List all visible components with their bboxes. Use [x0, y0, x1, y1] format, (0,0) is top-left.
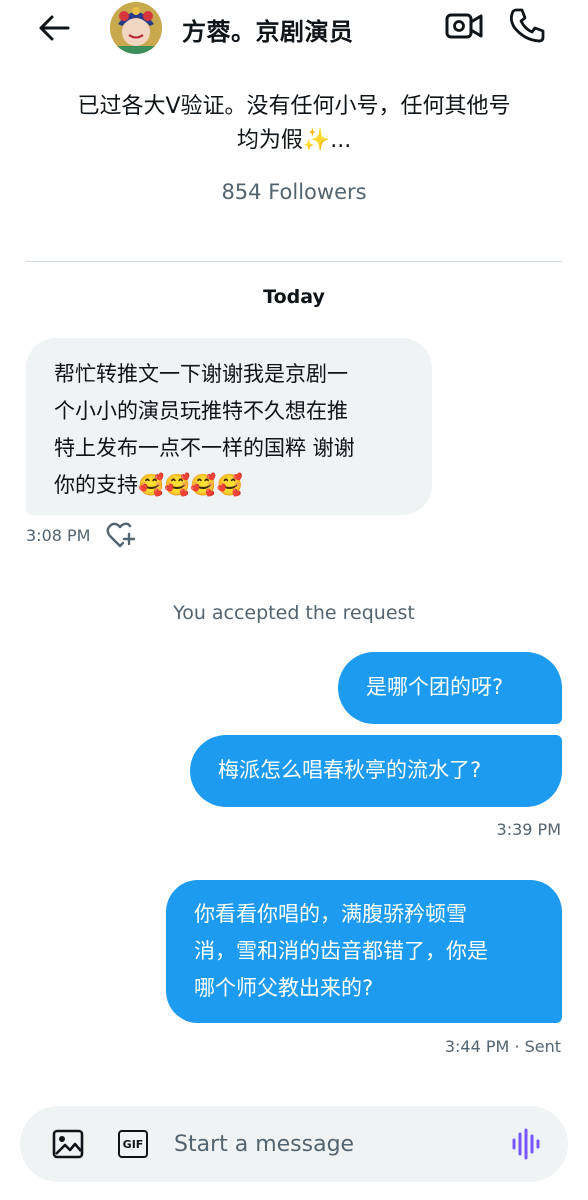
bio-line: 已过各大V验证。没有任何小号，任何其他号 [77, 94, 511, 119]
conversation-title[interactable]: 方蓉。京剧演员 [182, 12, 354, 47]
message-input[interactable] [174, 1126, 494, 1162]
message-line: 消，雪和消的齿音都错了，你是 [194, 939, 488, 963]
gif-label: GIF [122, 1137, 144, 1151]
video-camera-icon [445, 13, 483, 39]
image-icon [52, 1129, 84, 1159]
arrow-left-icon [39, 15, 70, 41]
avatar[interactable] [110, 2, 162, 54]
phone-icon [509, 8, 545, 43]
back-button[interactable] [34, 10, 74, 46]
message-line: 个小小的演员玩推特不久想在推 [54, 399, 348, 423]
system-message: You accepted the request [173, 602, 415, 624]
message-status: 3:44 PM · Sent [444, 1037, 561, 1056]
message-line: 特上发布一点不一样的国粹 谢谢 [54, 436, 355, 460]
voice-waveform-icon [512, 1128, 540, 1160]
outgoing-message[interactable]: 梅派怎么唱春秋亭的流水了? [190, 735, 562, 807]
conversation-header: 方蓉。京剧演员 [0, 0, 588, 60]
followers-count[interactable]: 854 Followers [0, 180, 588, 204]
outgoing-message[interactable]: 你看看你唱的，满腹骄矜顿雪 消，雪和消的齿音都错了，你是 哪个师父教出来的? [166, 880, 562, 1023]
video-call-button[interactable] [444, 10, 484, 42]
message-composer: GIF [20, 1106, 568, 1182]
profile-bio: 已过各大V验证。没有任何小号，任何其他号 均为假✨... [30, 90, 558, 158]
message-line: 你看看你唱的，满腹骄矜顿雪 [194, 902, 467, 926]
message-line: 哪个师父教出来的? [194, 976, 374, 1000]
message-timestamp: 3:39 PM [496, 820, 561, 839]
heart-plus-icon [106, 522, 136, 548]
message-line: 你的支持🥰🥰🥰🥰 [54, 473, 243, 497]
voice-message-button[interactable] [510, 1128, 542, 1160]
outgoing-message[interactable]: 是哪个团的呀? [338, 652, 562, 724]
gif-button[interactable]: GIF [118, 1130, 148, 1158]
message-line: 帮忙转推文一下谢谢我是京剧一 [54, 362, 348, 386]
add-media-button[interactable] [52, 1129, 84, 1159]
date-separator: Today [263, 286, 325, 308]
incoming-message[interactable]: 帮忙转推文一下谢谢我是京剧一 个小小的演员玩推特不久想在推 特上发布一点不一样的… [26, 338, 432, 515]
message-timestamp: 3:08 PM [26, 526, 91, 545]
divider [26, 261, 562, 262]
bio-line: 均为假✨... [236, 128, 352, 153]
voice-call-button[interactable] [508, 6, 548, 44]
add-reaction-button[interactable] [106, 521, 136, 549]
